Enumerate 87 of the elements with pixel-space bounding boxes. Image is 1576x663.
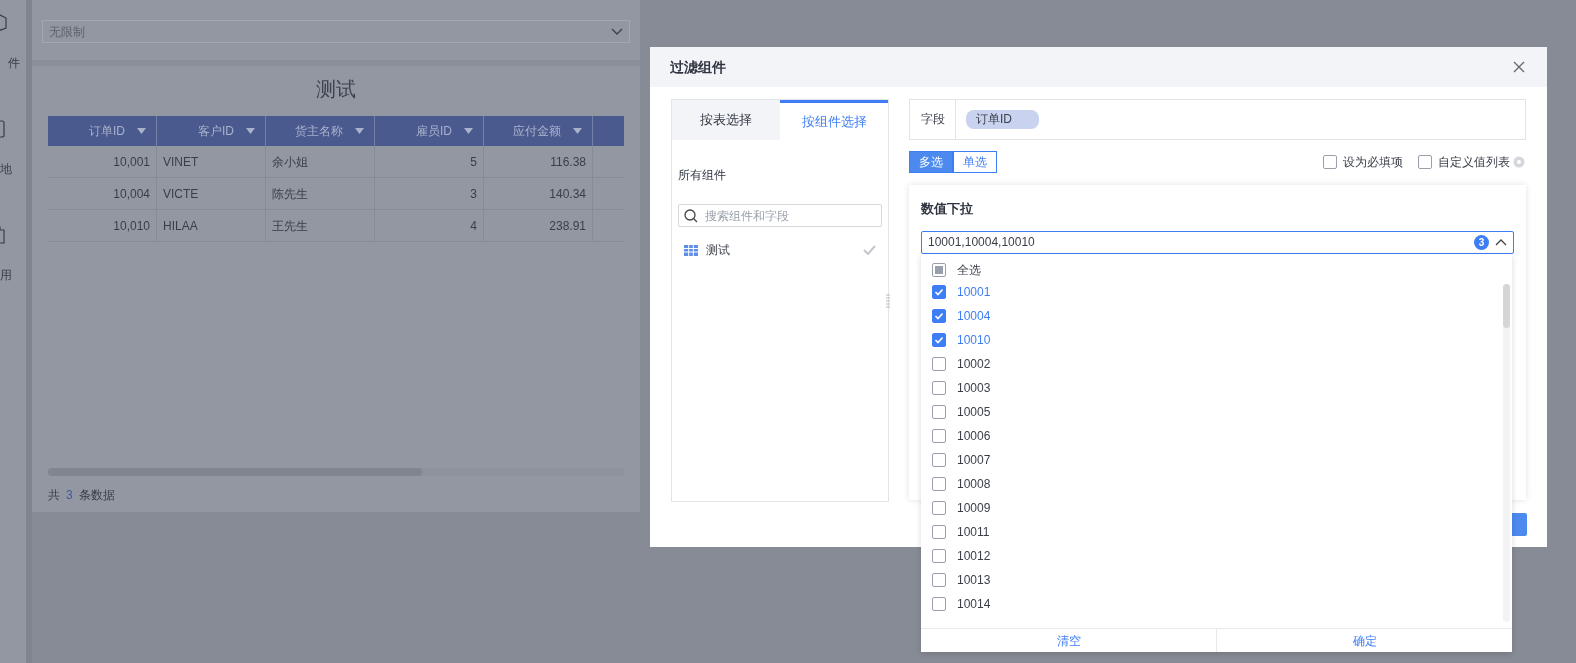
table-cell: 238.91 [484, 210, 593, 241]
sidebar-label[interactable]: 用 [0, 266, 12, 284]
sort-caret-icon [464, 128, 473, 134]
table-cell: 5 [375, 146, 484, 177]
table-cell: 余小姐 [266, 146, 375, 177]
option-label[interactable]: 10003 [957, 379, 991, 397]
table-cell: 10,001 [48, 146, 157, 177]
sort-caret-icon [573, 128, 582, 134]
table-cell: 10,004 [48, 178, 157, 209]
settings-icon[interactable] [1512, 155, 1526, 169]
table-icon [684, 244, 698, 256]
mode-toggle[interactable]: 单选 [953, 151, 997, 173]
card-title: 数值下拉 [921, 200, 974, 218]
option-label[interactable]: 10008 [957, 475, 991, 493]
dropdown-button[interactable]: 清空 [921, 629, 1216, 652]
option-label[interactable]: 10012 [957, 547, 991, 565]
search-field[interactable]: 搜索组件和字段 [678, 204, 882, 227]
sort-caret-icon [355, 128, 364, 134]
checkbox[interactable] [932, 501, 946, 515]
option-label[interactable]: 10002 [957, 355, 991, 373]
checkbox[interactable] [932, 405, 946, 419]
dropdown-button[interactable]: 确定 [1216, 629, 1512, 652]
checkbox[interactable] [932, 477, 946, 491]
option-label[interactable]: 设为必填项 [1343, 153, 1403, 171]
table-title: 测试 [315, 77, 357, 102]
option-label[interactable]: 10009 [957, 499, 991, 517]
checkbox[interactable] [932, 573, 946, 587]
checkmark-icon [934, 335, 944, 345]
checkbox[interactable] [932, 263, 946, 277]
sidebar-label[interactable]: 件 [8, 54, 20, 72]
scrollbar-thumb[interactable] [1503, 284, 1510, 328]
field-tag: 订单ID [966, 110, 1039, 129]
table-cell: 王先生 [266, 210, 375, 241]
option-label[interactable]: 10006 [957, 427, 991, 445]
chevron-up-icon [1495, 238, 1507, 246]
footer-text: 条数据 [78, 487, 115, 504]
count-badge: 3 [1474, 234, 1489, 250]
option-label[interactable]: 10001 [957, 283, 991, 301]
table-cell: 4 [375, 210, 484, 241]
checkbox[interactable] [932, 429, 946, 443]
table-cell: HILAA [157, 210, 266, 241]
search-icon [684, 208, 698, 223]
checkmark-icon [934, 311, 944, 321]
checkbox[interactable] [932, 597, 946, 611]
indeterminate-icon [935, 266, 943, 274]
close-icon [1513, 61, 1525, 73]
checkbox[interactable] [932, 549, 946, 563]
dialog-title: 过滤组件 [670, 57, 726, 77]
option-label[interactable]: 10014 [957, 595, 991, 613]
tab[interactable]: 按表选择 [672, 100, 780, 140]
drag-handle-icon [886, 294, 890, 308]
option-label[interactable]: 10004 [957, 307, 991, 325]
checkbox[interactable] [932, 453, 946, 467]
table-cell: VICTE [157, 178, 266, 209]
option-label[interactable]: 10011 [957, 523, 990, 541]
option-label[interactable]: 10007 [957, 451, 991, 469]
option-label[interactable]: 10010 [957, 331, 991, 349]
close-button[interactable] [1511, 59, 1527, 75]
checkbox[interactable] [932, 309, 946, 323]
checkbox[interactable] [1323, 155, 1337, 169]
checkmark-icon [934, 287, 944, 297]
record-count: 3 [66, 487, 73, 504]
checkbox[interactable] [932, 381, 946, 395]
footer-text: 共 [48, 487, 60, 504]
checkbox[interactable] [1418, 155, 1432, 169]
value-select[interactable]: 10001,10004,10010 3 [921, 230, 1514, 254]
table-cell: 10,010 [48, 210, 157, 241]
table-cell: VINET [157, 146, 266, 177]
option-label[interactable]: 自定义值列表 [1438, 153, 1510, 171]
table-cell: 140.34 [484, 178, 593, 209]
table-cell: 3 [375, 178, 484, 209]
section-label: 所有组件 [678, 167, 727, 184]
table-cell: 陈先生 [266, 178, 375, 209]
sidebar-label[interactable]: 地 [0, 160, 12, 178]
field-label: 字段 [910, 100, 956, 139]
option-label[interactable]: 全选 [957, 261, 981, 279]
checkbox[interactable] [932, 357, 946, 371]
checkbox[interactable] [932, 333, 946, 347]
sort-caret-icon [246, 128, 255, 134]
checkbox[interactable] [932, 285, 946, 299]
table-cell: 116.38 [484, 146, 593, 177]
component-item[interactable]: 测试 [684, 241, 876, 259]
option-label[interactable]: 10013 [957, 571, 991, 589]
option-label[interactable]: 10005 [957, 403, 991, 421]
checkbox[interactable] [932, 525, 946, 539]
sort-caret-icon [137, 128, 146, 134]
chevron-down-icon [611, 27, 623, 36]
